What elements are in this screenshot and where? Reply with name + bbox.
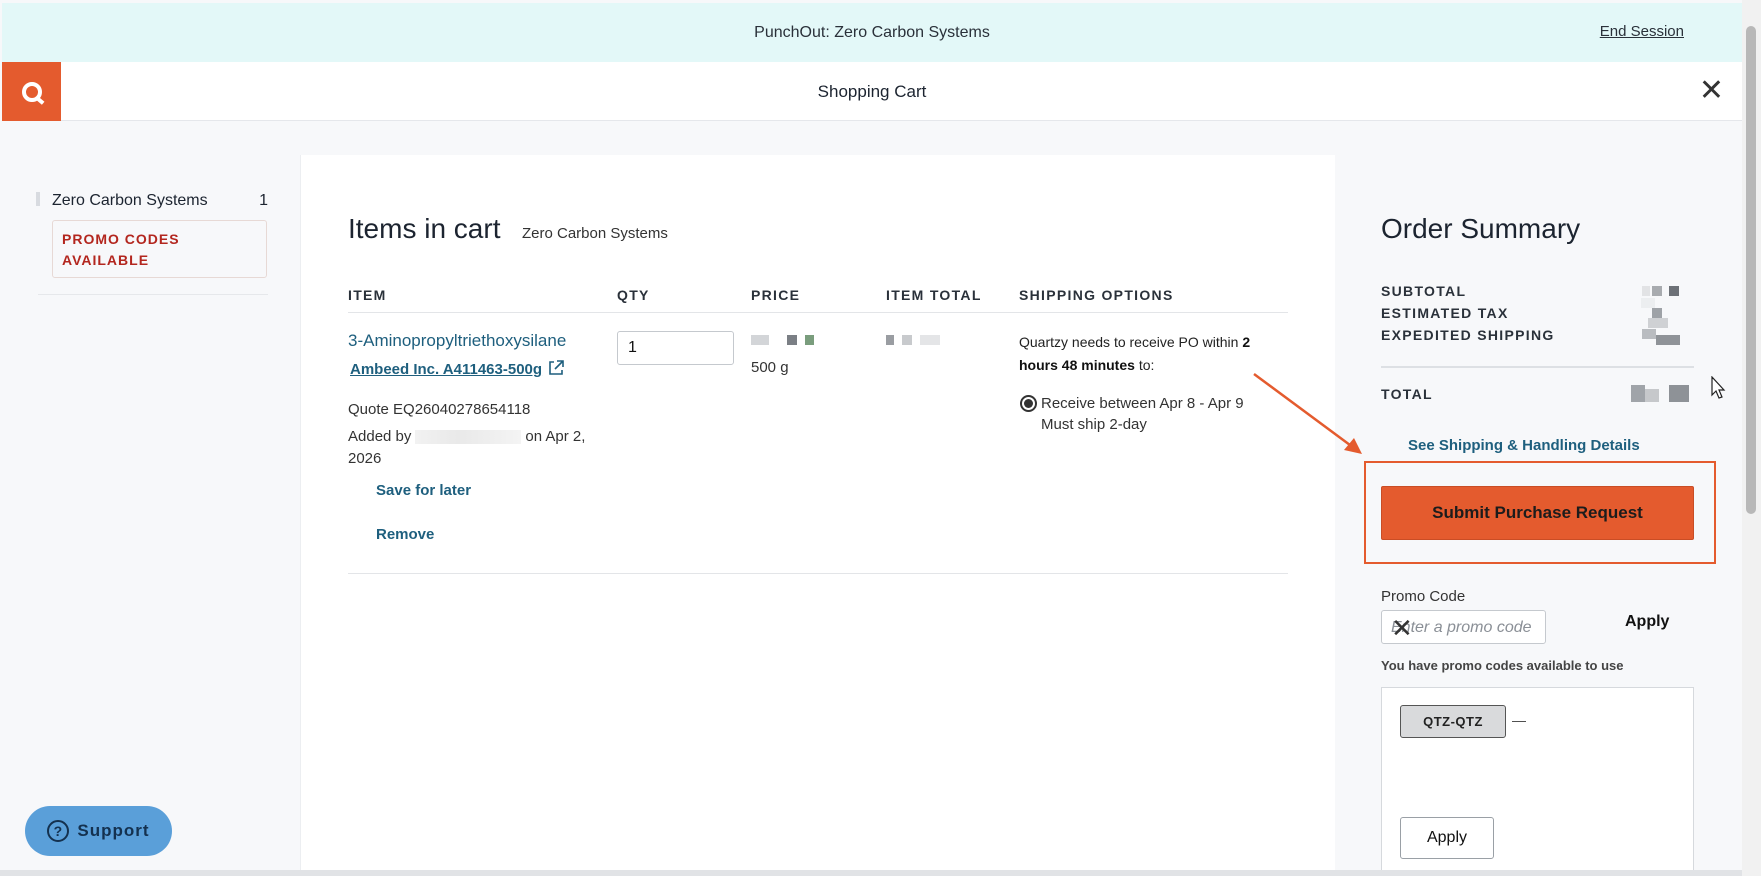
save-for-later-link[interactable]: Save for later <box>376 482 471 499</box>
promo-code-label: Promo Code <box>1381 588 1466 605</box>
promo-codes-badge: PROMO CODES AVAILABLE <box>52 220 267 278</box>
summary-divider <box>1381 366 1694 368</box>
promo-code-chip[interactable]: QTZ-QTZ <box>1400 705 1506 738</box>
page-scrollbar[interactable] <box>1742 0 1761 876</box>
punchout-text: PunchOut: Zero Carbon Systems <box>754 23 990 41</box>
receive-window: Receive between Apr 8 - Apr 9 <box>1041 395 1244 412</box>
external-link-icon[interactable] <box>547 359 565 377</box>
subtotal-label: SUBTOTAL <box>1381 283 1467 299</box>
item-unit: 500 g <box>751 359 789 376</box>
vendor-count: 1 <box>259 192 268 209</box>
redacted-user <box>415 430 522 445</box>
apply-promo-link[interactable]: Apply <box>1625 613 1669 631</box>
remove-link[interactable]: Remove <box>376 526 434 543</box>
quantity-input[interactable] <box>617 331 734 365</box>
column-header-shipping: SHIPPING OPTIONS <box>1019 287 1174 303</box>
mouse-cursor-icon <box>1711 376 1726 399</box>
annotation-arrow-icon <box>1253 372 1362 454</box>
promo-note: You have promo codes available to use <box>1381 658 1624 673</box>
clear-icon[interactable]: ✕ <box>1391 613 1539 644</box>
added-by-prefix: Added by <box>348 428 412 445</box>
cart-title: Items in cart <box>348 213 501 244</box>
shipping-suffix: to: <box>1138 357 1155 373</box>
tax-label: ESTIMATED TAX <box>1381 305 1509 321</box>
column-header-item-total: ITEM TOTAL <box>886 287 982 303</box>
ship-method: Must ship 2-day <box>1041 416 1147 433</box>
available-promos-panel: QTZ-QTZ — Apply <box>1381 687 1694 876</box>
vendor-indicator <box>36 192 40 206</box>
vendor-sidebar: Zero Carbon Systems 1 PROMO CODES AVAILA… <box>2 122 300 872</box>
item-name-link[interactable]: 3-Aminopropyltriethoxysilane <box>348 331 566 351</box>
support-label: Support <box>77 821 150 840</box>
shipping-option-label[interactable]: Receive between Apr 8 - Apr 9 Must ship … <box>1041 393 1244 435</box>
header-divider <box>348 312 1288 313</box>
end-session-link[interactable]: End Session <box>1600 23 1684 40</box>
cart-panel: Items in cart Zero Carbon Systems ITEM Q… <box>300 155 1335 876</box>
promo-chip-dash: — <box>1512 712 1526 728</box>
question-icon: ? <box>47 820 70 842</box>
shipping-prefix: Quartzy needs to receive PO within <box>1019 334 1239 350</box>
submit-purchase-request-button[interactable]: Submit Purchase Request <box>1381 486 1694 540</box>
bottom-edge <box>0 870 1742 876</box>
page-title: Shopping Cart <box>817 82 927 101</box>
item-divider <box>348 573 1288 574</box>
apply-promo-button[interactable]: Apply <box>1400 817 1494 859</box>
sidebar-item-vendor[interactable]: Zero Carbon Systems 1 <box>36 192 268 210</box>
vendor-name: Zero Carbon Systems <box>52 192 208 209</box>
quote-number: Quote EQ26040278654118 <box>348 401 531 418</box>
shipping-deadline: Quartzy needs to receive PO within 2 hou… <box>1019 331 1269 377</box>
support-button[interactable]: ? Support <box>25 806 172 856</box>
scrollbar-thumb[interactable] <box>1746 26 1756 514</box>
column-header-qty: QTY <box>617 287 650 303</box>
shipping-details-link[interactable]: See Shipping & Handling Details <box>1408 437 1640 454</box>
cart-vendor: Zero Carbon Systems <box>522 225 668 242</box>
order-summary: Order Summary SUBTOTAL ESTIMATED TAX EXP… <box>1335 155 1742 876</box>
close-icon[interactable]: ✕ <box>1699 76 1724 106</box>
promo-code-input[interactable]: Enter a promo code ✕ <box>1381 610 1546 644</box>
shipping-option-radio[interactable] <box>1020 395 1037 412</box>
shipping-label: EXPEDITED SHIPPING <box>1381 327 1555 343</box>
summary-title: Order Summary <box>1381 213 1581 244</box>
punchout-banner: PunchOut: Zero Carbon Systems End Sessio… <box>2 3 1742 62</box>
column-header-item: ITEM <box>348 287 387 303</box>
sidebar-divider <box>38 294 268 295</box>
added-by: Added by on Apr 2, 2026 <box>348 426 588 470</box>
column-header-price: PRICE <box>751 287 801 303</box>
item-sku-link[interactable]: Ambeed Inc. A411463-500g <box>350 361 542 378</box>
total-label: TOTAL <box>1381 386 1433 402</box>
top-bar: Shopping Cart ✕ <box>2 62 1742 121</box>
